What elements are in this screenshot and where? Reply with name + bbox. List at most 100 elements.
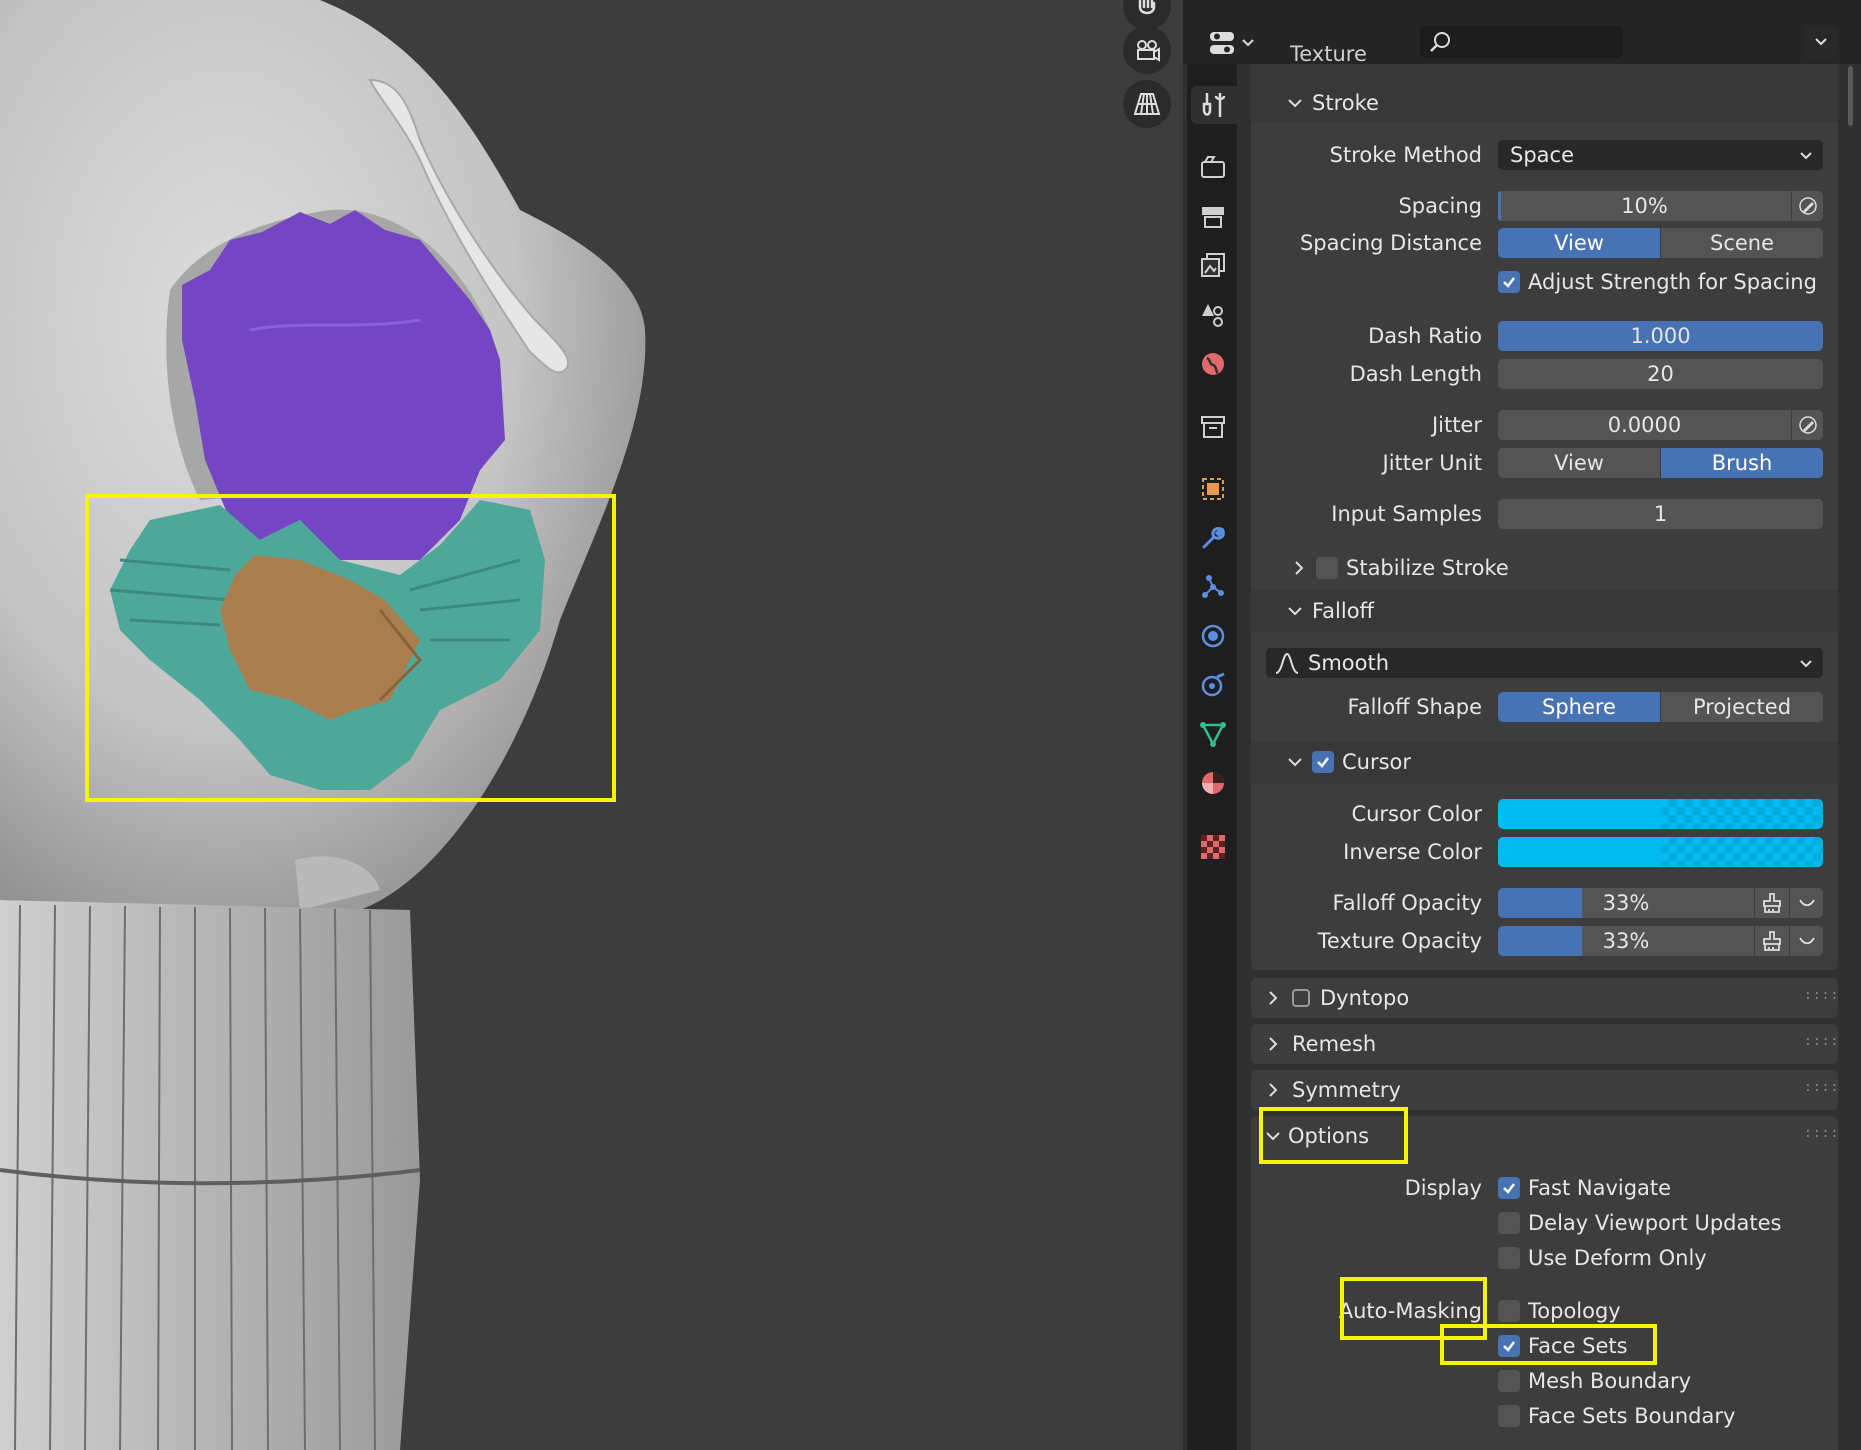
delay-viewport-checkbox[interactable] xyxy=(1498,1212,1520,1234)
3d-viewport[interactable] xyxy=(0,0,1183,1450)
tab-particles[interactable] xyxy=(1194,568,1232,606)
search-input[interactable] xyxy=(1456,30,1620,56)
output-icon xyxy=(1202,207,1224,228)
tab-constraints[interactable] xyxy=(1194,666,1232,704)
tab-world[interactable] xyxy=(1194,345,1232,383)
tab-scene[interactable] xyxy=(1194,296,1232,334)
texture-opacity-override-toggle[interactable] xyxy=(1754,926,1789,956)
falloff-shape-toggle[interactable]: Sphere Projected xyxy=(1498,692,1823,722)
topology-row[interactable]: Topology xyxy=(1498,1296,1621,1326)
falloff-preset-dropdown[interactable]: Smooth xyxy=(1266,648,1823,678)
falloff-shape-sphere[interactable]: Sphere xyxy=(1498,692,1660,722)
dash-ratio-slider[interactable]: 1.000 xyxy=(1498,321,1823,351)
face-sets-checkbox[interactable] xyxy=(1498,1335,1520,1357)
tab-material[interactable] xyxy=(1194,764,1232,802)
face-sets-row[interactable]: Face Sets xyxy=(1498,1331,1628,1361)
dyntopo-checkbox[interactable] xyxy=(1292,989,1310,1007)
drag-handle-icon[interactable]: :::: xyxy=(1804,1034,1839,1049)
chevron-down-icon xyxy=(1798,937,1815,945)
jitter-slider[interactable]: 0.0000 xyxy=(1498,410,1791,440)
drag-handle-icon[interactable]: :::: xyxy=(1804,1126,1839,1141)
search-field[interactable] xyxy=(1420,26,1623,58)
sculpt-model[interactable] xyxy=(0,0,1183,1450)
tab-render[interactable] xyxy=(1194,148,1232,186)
falloff-subpanel-header[interactable]: Falloff xyxy=(1284,593,1374,629)
topology-checkbox[interactable] xyxy=(1498,1300,1520,1322)
falloff-title: Falloff xyxy=(1312,599,1375,623)
spacing-slider[interactable]: 10% xyxy=(1498,191,1791,221)
spacing-pressure-toggle[interactable] xyxy=(1791,191,1823,221)
tab-data[interactable] xyxy=(1194,715,1232,753)
dash-ratio-value: 1.000 xyxy=(1630,324,1691,348)
tab-output[interactable] xyxy=(1194,198,1232,236)
symmetry-panel-header[interactable]: Symmetry xyxy=(1262,1072,1401,1108)
texture-opacity-options[interactable] xyxy=(1789,926,1823,956)
inverse-color-swatch[interactable] xyxy=(1498,837,1823,867)
options-panel-header[interactable]: Options xyxy=(1262,1118,1369,1154)
jitter-unit-view[interactable]: View xyxy=(1498,448,1660,478)
jitter-unit-toggle[interactable]: View Brush xyxy=(1498,448,1823,478)
falloff-opacity-slider[interactable]: 33% xyxy=(1498,888,1754,918)
input-samples-label: Input Samples xyxy=(1331,502,1482,526)
dash-length-field[interactable]: 20 xyxy=(1498,359,1823,389)
adjust-strength-checkbox-row[interactable]: Adjust Strength for Spacing xyxy=(1498,267,1817,297)
jitter-unit-brush[interactable]: Brush xyxy=(1660,448,1823,478)
texture-opacity-slider[interactable]: 33% xyxy=(1498,926,1754,956)
dyntopo-panel-header[interactable]: Dyntopo xyxy=(1262,980,1409,1016)
stroke-method-dropdown[interactable]: Space xyxy=(1498,140,1823,170)
tab-modifier[interactable] xyxy=(1194,519,1232,557)
tab-object[interactable] xyxy=(1194,470,1232,508)
checkmark-icon xyxy=(1503,277,1515,288)
chevron-down-icon xyxy=(1815,38,1827,46)
tab-collection[interactable] xyxy=(1194,408,1232,446)
drag-handle-icon[interactable]: :::: xyxy=(1804,988,1839,1003)
mesh-boundary-row[interactable]: Mesh Boundary xyxy=(1498,1366,1691,1396)
properties-scrollbar[interactable] xyxy=(1848,66,1853,126)
fast-navigate-row[interactable]: Fast Navigate xyxy=(1498,1173,1671,1203)
input-samples-field[interactable]: 1 xyxy=(1498,499,1823,529)
topology-label: Topology xyxy=(1528,1299,1621,1323)
dyntopo-title: Dyntopo xyxy=(1320,986,1410,1010)
cursor-color-swatch[interactable] xyxy=(1498,799,1823,829)
spacing-distance-view[interactable]: View xyxy=(1498,228,1660,258)
tab-tool[interactable] xyxy=(1191,86,1237,124)
tab-physics[interactable] xyxy=(1194,617,1232,655)
adjust-strength-checkbox[interactable] xyxy=(1498,271,1520,293)
face-sets-boundary-checkbox[interactable] xyxy=(1498,1405,1520,1427)
stabilize-stroke-subpanel-header[interactable]: Stabilize Stroke xyxy=(1288,550,1509,586)
header-options-dropdown[interactable] xyxy=(1804,26,1838,58)
cursor-subpanel-header[interactable]: Cursor xyxy=(1284,744,1411,780)
fast-navigate-checkbox[interactable] xyxy=(1498,1177,1520,1199)
camera-view-icon[interactable] xyxy=(1123,26,1171,74)
use-deform-only-checkbox[interactable] xyxy=(1498,1247,1520,1269)
falloff-shape-projected[interactable]: Projected xyxy=(1660,692,1823,722)
stroke-subpanel-header[interactable]: Stroke xyxy=(1284,85,1379,121)
remesh-panel-header[interactable]: Remesh xyxy=(1262,1026,1376,1062)
dash-length-label: Dash Length xyxy=(1349,362,1482,386)
jitter-pressure-toggle[interactable] xyxy=(1791,410,1823,440)
adjust-strength-label: Adjust Strength for Spacing xyxy=(1528,270,1817,294)
editor-type-button[interactable] xyxy=(1208,28,1258,58)
smooth-curve-icon xyxy=(1275,652,1299,674)
stabilize-stroke-checkbox[interactable] xyxy=(1316,557,1338,579)
spacing-slider-fill xyxy=(1498,191,1501,221)
search-icon xyxy=(1428,30,1452,59)
brush-override-icon xyxy=(1763,893,1781,913)
face-sets-boundary-row[interactable]: Face Sets Boundary xyxy=(1498,1401,1735,1431)
falloff-opacity-override-toggle[interactable] xyxy=(1754,888,1789,918)
falloff-opacity-fill xyxy=(1498,888,1583,918)
mesh-boundary-checkbox[interactable] xyxy=(1498,1370,1520,1392)
cursor-color-label: Cursor Color xyxy=(1351,802,1482,826)
use-deform-only-row[interactable]: Use Deform Only xyxy=(1498,1243,1707,1273)
tab-view-layer[interactable] xyxy=(1194,246,1232,284)
spacing-distance-scene[interactable]: Scene xyxy=(1660,228,1823,258)
tab-texture[interactable] xyxy=(1194,828,1232,866)
spacing-distance-toggle[interactable]: View Scene xyxy=(1498,228,1823,258)
cursor-checkbox[interactable] xyxy=(1312,751,1334,773)
delay-viewport-row[interactable]: Delay Viewport Updates xyxy=(1498,1208,1781,1238)
symmetry-title: Symmetry xyxy=(1292,1078,1401,1102)
grid-perspective-icon[interactable] xyxy=(1123,80,1171,128)
drag-handle-icon[interactable]: :::: xyxy=(1804,1080,1839,1095)
chevron-down-icon xyxy=(1262,1131,1284,1141)
falloff-opacity-options[interactable] xyxy=(1789,888,1823,918)
